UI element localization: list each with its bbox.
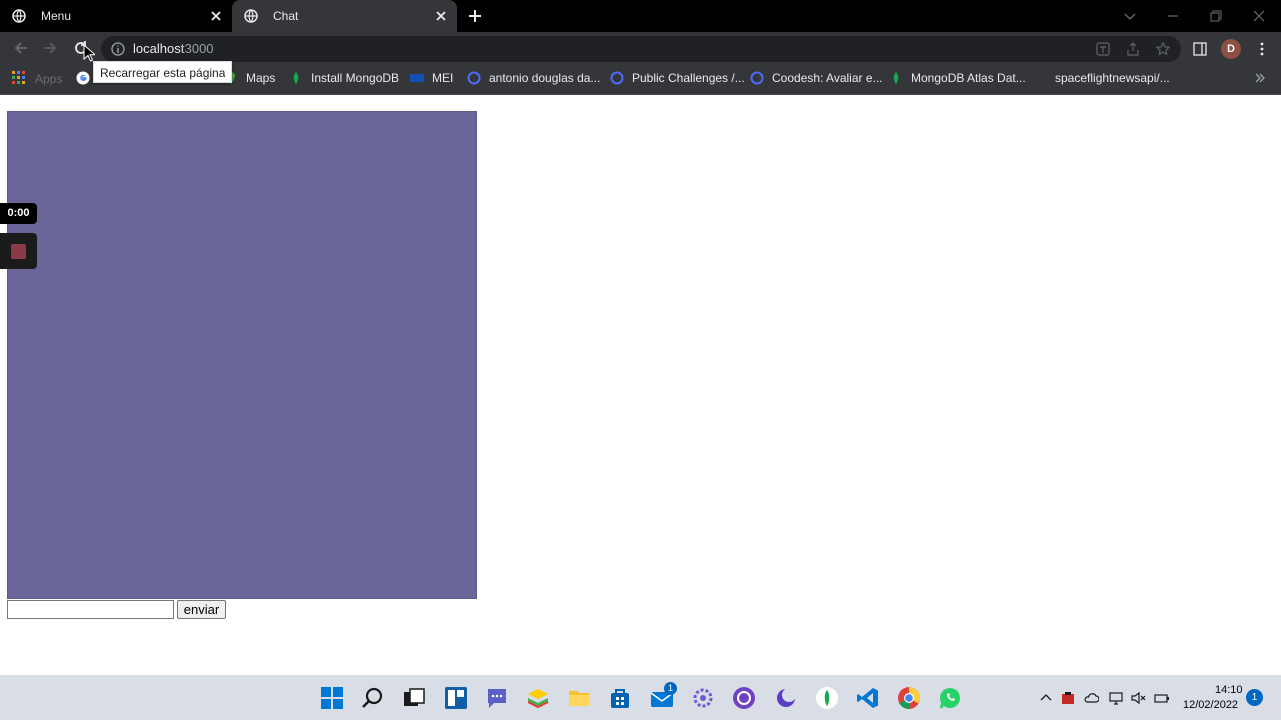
stop-recording-button[interactable] — [0, 233, 37, 269]
bookmark-apps[interactable]: Apps — [35, 72, 62, 86]
ring-icon — [467, 71, 481, 85]
clock-date[interactable]: 12/02/2022 — [1183, 699, 1238, 711]
close-icon[interactable] — [208, 8, 224, 24]
url-port: :3000 — [181, 41, 214, 56]
globe-icon — [244, 9, 258, 23]
tab-menu[interactable]: Menu — [0, 0, 232, 32]
chrome-icon[interactable] — [897, 686, 921, 710]
bookmark-antonio-douglas[interactable]: antonio douglas da... — [489, 71, 600, 87]
forward-arrow-icon[interactable] — [41, 39, 59, 57]
bookmark-install-mongodb[interactable]: Install MongoDB — [311, 71, 399, 87]
mongodb-compass-icon[interactable] — [815, 686, 839, 710]
minimize-icon[interactable] — [1163, 6, 1183, 26]
stop-icon — [11, 244, 26, 259]
bookmark-maps[interactable]: Maps — [246, 71, 275, 87]
globe-icon — [12, 9, 26, 23]
translate-icon[interactable] — [1095, 41, 1111, 57]
widgets-icon[interactable] — [444, 686, 468, 710]
tab-title: Chat — [273, 9, 299, 23]
search-icon[interactable] — [361, 686, 385, 710]
battery-icon[interactable] — [1154, 690, 1170, 706]
url-host: localhost — [133, 41, 185, 56]
chat-messages-area — [7, 111, 477, 599]
bookmark-coodesh[interactable]: Coodesh: Avaliar e... — [772, 71, 883, 87]
mouse-cursor-icon — [83, 44, 95, 62]
google-icon[interactable] — [76, 71, 90, 85]
teams-chat-icon[interactable] — [485, 686, 509, 710]
chevron-down-icon[interactable] — [1120, 6, 1140, 26]
bookmark-spaceflightnewsapi[interactable]: spaceflightnewsapi/... — [1055, 71, 1170, 87]
task-view-icon[interactable] — [402, 686, 426, 710]
tab-strip: Menu Chat — [0, 0, 1281, 32]
bookmark-mei[interactable]: MEI — [432, 71, 453, 87]
close-icon[interactable] — [433, 8, 449, 24]
restore-icon[interactable] — [1206, 6, 1226, 26]
vscode-icon[interactable] — [856, 686, 880, 710]
notification-badge[interactable]: 1 — [1246, 689, 1263, 706]
reload-tooltip: Recarregar esta página — [93, 61, 233, 83]
recording-timer: 0:00 — [0, 203, 37, 224]
app-tray-icon[interactable] — [1060, 690, 1076, 706]
mongodb-leaf-icon — [293, 72, 299, 84]
avatar[interactable]: D — [1221, 39, 1241, 59]
github-icon — [1034, 72, 1046, 84]
volume-muted-icon[interactable] — [1130, 690, 1146, 706]
onedrive-cloud-icon[interactable] — [1083, 690, 1099, 706]
message-input[interactable] — [7, 600, 174, 619]
file-explorer-icon[interactable] — [567, 686, 591, 710]
mail-badge: 1 — [664, 682, 677, 695]
chevron-right-double-icon[interactable] — [1253, 71, 1267, 85]
apps-grid-icon[interactable] — [12, 71, 26, 85]
send-button[interactable]: enviar — [177, 600, 226, 619]
new-tab-icon[interactable] — [466, 7, 484, 25]
back-arrow-icon[interactable] — [12, 39, 30, 57]
moon-app-icon[interactable] — [774, 686, 798, 710]
ring-icon — [750, 71, 764, 85]
star-icon[interactable] — [1155, 41, 1171, 57]
kebab-menu-icon[interactable] — [1254, 41, 1270, 57]
settings-gear-icon[interactable] — [691, 686, 715, 710]
mongodb-leaf-icon — [893, 72, 899, 84]
side-panel-icon[interactable] — [1192, 41, 1208, 57]
bookmark-public-challenges[interactable]: Public Challenges /... — [632, 71, 745, 87]
windows-start-icon[interactable] — [320, 686, 344, 710]
chevron-up-icon[interactable] — [1038, 690, 1054, 706]
close-window-icon[interactable] — [1249, 6, 1269, 26]
mei-icon — [410, 74, 424, 82]
tab-chat[interactable]: Chat — [232, 0, 457, 32]
share-icon[interactable] — [1125, 41, 1141, 57]
info-icon[interactable] — [110, 41, 126, 57]
store-icon[interactable] — [608, 686, 632, 710]
bookmark-mongodb-atlas[interactable]: MongoDB Atlas Dat... — [911, 71, 1026, 87]
github-desktop-icon[interactable] — [732, 686, 756, 710]
whatsapp-icon[interactable] — [938, 686, 962, 710]
tab-title: Menu — [41, 9, 72, 23]
bluestacks-icon[interactable] — [526, 686, 550, 710]
ring-icon — [610, 71, 624, 85]
address-bar[interactable] — [101, 36, 1181, 62]
network-icon[interactable] — [1108, 690, 1124, 706]
clock-time[interactable]: 14:10 — [1215, 684, 1243, 696]
